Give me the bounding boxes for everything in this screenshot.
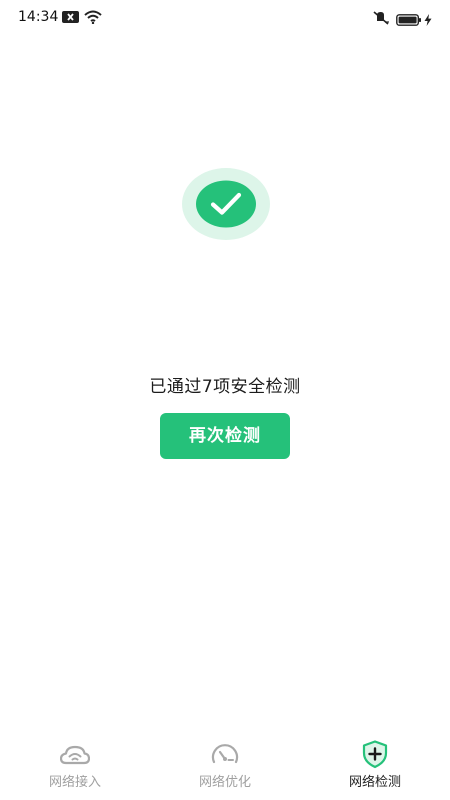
tab-network-check-label: 网络检测	[348, 775, 401, 790]
tab-network-access-label: 网络接入	[48, 775, 101, 790]
charging-icon	[424, 11, 432, 30]
tab-network-optimize-label: 网络优化	[198, 775, 251, 790]
tab-network-access[interactable]: 网络接入	[0, 735, 150, 800]
status-time: 14:34	[18, 9, 59, 25]
notification-icon	[62, 11, 79, 23]
speedometer-icon	[210, 739, 240, 769]
result-text: 已通过7项安全检测	[149, 377, 301, 397]
battery-icon	[396, 11, 422, 30]
shield-plus-icon	[360, 739, 390, 769]
cloud-wifi-icon	[59, 739, 91, 769]
recheck-button[interactable]: 再次检测	[160, 413, 290, 459]
mute-icon	[372, 10, 390, 29]
bottom-tab-bar: 网络接入 网络优化 网络检测	[0, 735, 450, 800]
wifi-icon	[84, 9, 102, 28]
tab-network-optimize[interactable]: 网络优化	[150, 735, 300, 800]
check-circle-icon	[182, 168, 270, 240]
status-bar: 14:34	[0, 0, 450, 34]
tab-network-check[interactable]: 网络检测	[300, 735, 450, 800]
